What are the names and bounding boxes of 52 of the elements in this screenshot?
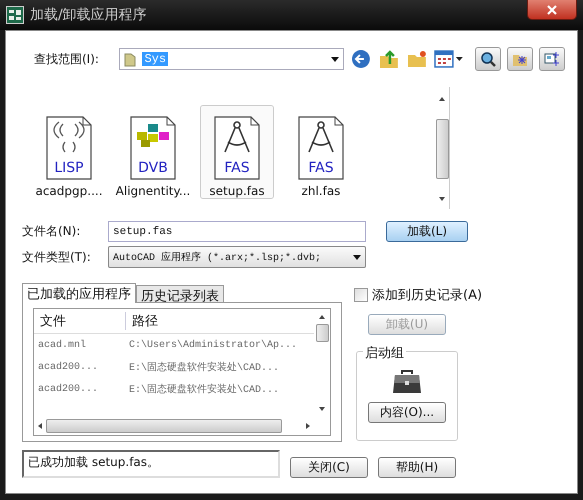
briefcase-icon [392,368,422,396]
new-folder-icon[interactable] [406,48,428,70]
tools-button[interactable] [539,47,566,71]
table-cell-text: E:\固态硬盘软件安装处\CAD... [129,382,280,396]
file-type-dropdown[interactable]: AutoCAD 应用程序 (*.arx;*.lsp;*.dvb; [108,246,366,268]
checkbox[interactable] [354,288,368,302]
help-button[interactable]: 帮助(H) [378,457,456,478]
window-sparkle-icon [544,51,560,67]
search-button[interactable] [475,47,502,71]
table-cell-text: E:\固态硬盘软件安装处\CAD... [129,360,280,374]
column-header[interactable]: 路径 [126,312,158,330]
column-header[interactable]: 文件 [34,312,126,330]
table-cell: C:\Users\Administrator\Ap... [129,340,298,350]
contents-button[interactable]: 内容(O)... [368,402,446,423]
file-icon: FAS [297,116,345,180]
file-name: setup.fas [209,184,265,198]
table-cell-text: acad200... [37,384,100,394]
view-menu-icon[interactable] [434,49,464,69]
close-button[interactable] [527,0,577,20]
search-icon [480,51,496,67]
app-icon [6,6,24,24]
file-icon: FAS [213,116,261,180]
window-title: 加载/卸载应用程序 [30,6,147,24]
file-item[interactable]: DVB Alignentity... [116,105,190,199]
file-name: zhl.fas [302,184,340,198]
look-in-label: 查找范围(I): [34,50,100,68]
folder-icon [124,51,136,67]
group-title: 启动组 [363,344,406,362]
dropdown-arrow-icon [331,56,340,62]
file-item[interactable]: LISP acadpgp.... [32,105,106,199]
table-cell-text: acad200... [37,362,100,372]
tab[interactable]: 已加载的应用程序 [22,283,136,303]
file-item[interactable]: FAS zhl.fas [284,105,358,199]
table-cell-text: acad.mnl [37,340,88,350]
file-name-field[interactable]: setup.fas [108,221,366,242]
file-name: acadpgp.... [35,184,103,198]
tab[interactable]: 历史记录列表 [136,285,224,302]
status-field: 已成功加载 setup.fas。 [22,450,280,478]
file-name: Alignentity... [116,184,190,198]
dropdown-arrow-icon [353,254,361,260]
file-item[interactable]: FAS setup.fas [200,105,274,199]
file-type-label: 文件类型(T): [22,248,92,266]
up-folder-icon[interactable] [378,48,400,70]
file-name-label: 文件名(N): [22,223,82,240]
close-icon [547,4,557,14]
sparkle-folder-button[interactable] [507,47,534,71]
file-icon: DVB [129,116,177,180]
close-dialog-button[interactable]: 关闭(C) [290,457,368,478]
file-icon: LISP [45,116,93,180]
checkbox-label: 添加到历史记录(A) [372,287,482,304]
load-button[interactable]: 加载(L) [386,221,468,242]
back-icon[interactable] [350,48,372,70]
